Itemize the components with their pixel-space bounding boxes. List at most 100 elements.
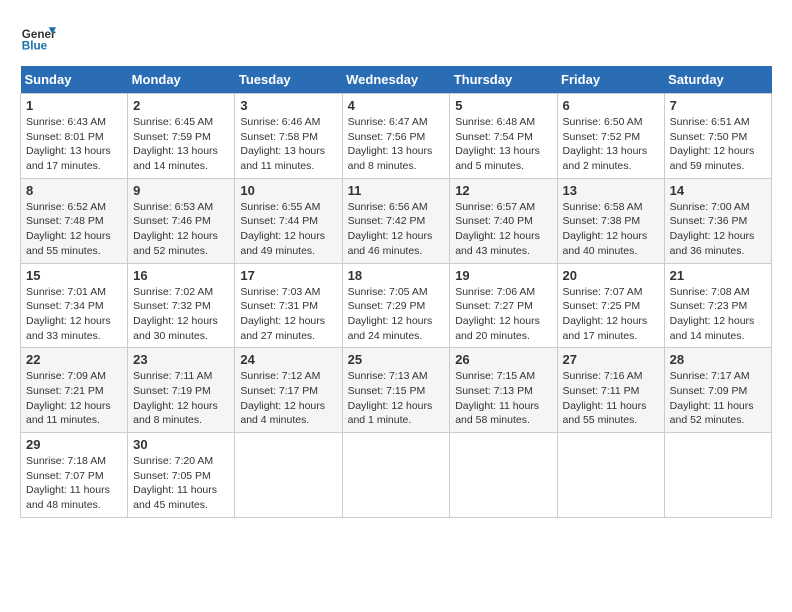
day-number: 21 <box>670 268 766 283</box>
day-info: Sunrise: 7:08 AMSunset: 7:23 PMDaylight:… <box>670 286 755 342</box>
calendar-cell <box>664 433 771 518</box>
day-number: 22 <box>26 352 122 367</box>
day-info: Sunrise: 7:05 AMSunset: 7:29 PMDaylight:… <box>348 286 433 342</box>
calendar-cell: 8 Sunrise: 6:52 AMSunset: 7:48 PMDayligh… <box>21 178 128 263</box>
calendar-cell: 10 Sunrise: 6:55 AMSunset: 7:44 PMDaylig… <box>235 178 342 263</box>
calendar-cell: 11 Sunrise: 6:56 AMSunset: 7:42 PMDaylig… <box>342 178 450 263</box>
weekday-header-saturday: Saturday <box>664 66 771 94</box>
day-number: 16 <box>133 268 229 283</box>
day-number: 4 <box>348 98 445 113</box>
calendar-week-row: 8 Sunrise: 6:52 AMSunset: 7:48 PMDayligh… <box>21 178 772 263</box>
weekday-header-thursday: Thursday <box>450 66 557 94</box>
logo-icon: General Blue <box>20 20 56 56</box>
day-info: Sunrise: 6:53 AMSunset: 7:46 PMDaylight:… <box>133 201 218 257</box>
calendar-week-row: 22 Sunrise: 7:09 AMSunset: 7:21 PMDaylig… <box>21 348 772 433</box>
day-info: Sunrise: 7:07 AMSunset: 7:25 PMDaylight:… <box>563 286 648 342</box>
calendar-cell: 29 Sunrise: 7:18 AMSunset: 7:07 PMDaylig… <box>21 433 128 518</box>
calendar-cell: 19 Sunrise: 7:06 AMSunset: 7:27 PMDaylig… <box>450 263 557 348</box>
calendar-cell: 13 Sunrise: 6:58 AMSunset: 7:38 PMDaylig… <box>557 178 664 263</box>
day-info: Sunrise: 7:20 AMSunset: 7:05 PMDaylight:… <box>133 455 217 511</box>
day-number: 26 <box>455 352 551 367</box>
weekday-header-friday: Friday <box>557 66 664 94</box>
day-number: 12 <box>455 183 551 198</box>
day-number: 29 <box>26 437 122 452</box>
calendar-cell: 15 Sunrise: 7:01 AMSunset: 7:34 PMDaylig… <box>21 263 128 348</box>
weekday-header-row: SundayMondayTuesdayWednesdayThursdayFrid… <box>21 66 772 94</box>
day-number: 20 <box>563 268 659 283</box>
day-number: 9 <box>133 183 229 198</box>
calendar-cell: 9 Sunrise: 6:53 AMSunset: 7:46 PMDayligh… <box>128 178 235 263</box>
day-info: Sunrise: 6:46 AMSunset: 7:58 PMDaylight:… <box>240 116 325 172</box>
calendar-cell: 22 Sunrise: 7:09 AMSunset: 7:21 PMDaylig… <box>21 348 128 433</box>
day-info: Sunrise: 6:52 AMSunset: 7:48 PMDaylight:… <box>26 201 111 257</box>
day-info: Sunrise: 6:51 AMSunset: 7:50 PMDaylight:… <box>670 116 755 172</box>
day-info: Sunrise: 7:17 AMSunset: 7:09 PMDaylight:… <box>670 370 754 426</box>
weekday-header-sunday: Sunday <box>21 66 128 94</box>
day-info: Sunrise: 6:57 AMSunset: 7:40 PMDaylight:… <box>455 201 540 257</box>
calendar-cell: 12 Sunrise: 6:57 AMSunset: 7:40 PMDaylig… <box>450 178 557 263</box>
day-info: Sunrise: 6:58 AMSunset: 7:38 PMDaylight:… <box>563 201 648 257</box>
calendar-week-row: 29 Sunrise: 7:18 AMSunset: 7:07 PMDaylig… <box>21 433 772 518</box>
svg-text:Blue: Blue <box>22 40 48 53</box>
day-number: 23 <box>133 352 229 367</box>
day-info: Sunrise: 7:09 AMSunset: 7:21 PMDaylight:… <box>26 370 111 426</box>
day-number: 13 <box>563 183 659 198</box>
day-number: 17 <box>240 268 336 283</box>
calendar-cell: 4 Sunrise: 6:47 AMSunset: 7:56 PMDayligh… <box>342 94 450 179</box>
day-number: 1 <box>26 98 122 113</box>
day-info: Sunrise: 7:13 AMSunset: 7:15 PMDaylight:… <box>348 370 433 426</box>
calendar-cell: 5 Sunrise: 6:48 AMSunset: 7:54 PMDayligh… <box>450 94 557 179</box>
calendar-cell: 18 Sunrise: 7:05 AMSunset: 7:29 PMDaylig… <box>342 263 450 348</box>
day-number: 27 <box>563 352 659 367</box>
day-info: Sunrise: 7:01 AMSunset: 7:34 PMDaylight:… <box>26 286 111 342</box>
day-number: 19 <box>455 268 551 283</box>
day-number: 8 <box>26 183 122 198</box>
day-number: 7 <box>670 98 766 113</box>
day-number: 11 <box>348 183 445 198</box>
day-info: Sunrise: 7:00 AMSunset: 7:36 PMDaylight:… <box>670 201 755 257</box>
day-info: Sunrise: 7:02 AMSunset: 7:32 PMDaylight:… <box>133 286 218 342</box>
day-number: 10 <box>240 183 336 198</box>
calendar-cell: 30 Sunrise: 7:20 AMSunset: 7:05 PMDaylig… <box>128 433 235 518</box>
day-info: Sunrise: 7:15 AMSunset: 7:13 PMDaylight:… <box>455 370 539 426</box>
page-header: General Blue <box>20 20 772 56</box>
calendar-cell: 7 Sunrise: 6:51 AMSunset: 7:50 PMDayligh… <box>664 94 771 179</box>
calendar-cell: 27 Sunrise: 7:16 AMSunset: 7:11 PMDaylig… <box>557 348 664 433</box>
calendar-cell: 20 Sunrise: 7:07 AMSunset: 7:25 PMDaylig… <box>557 263 664 348</box>
day-info: Sunrise: 7:12 AMSunset: 7:17 PMDaylight:… <box>240 370 325 426</box>
calendar-cell: 16 Sunrise: 7:02 AMSunset: 7:32 PMDaylig… <box>128 263 235 348</box>
calendar-cell: 24 Sunrise: 7:12 AMSunset: 7:17 PMDaylig… <box>235 348 342 433</box>
logo: General Blue <box>20 20 56 56</box>
calendar-cell: 28 Sunrise: 7:17 AMSunset: 7:09 PMDaylig… <box>664 348 771 433</box>
day-number: 30 <box>133 437 229 452</box>
calendar-cell: 25 Sunrise: 7:13 AMSunset: 7:15 PMDaylig… <box>342 348 450 433</box>
day-info: Sunrise: 6:56 AMSunset: 7:42 PMDaylight:… <box>348 201 433 257</box>
day-info: Sunrise: 6:50 AMSunset: 7:52 PMDaylight:… <box>563 116 648 172</box>
day-info: Sunrise: 6:55 AMSunset: 7:44 PMDaylight:… <box>240 201 325 257</box>
day-info: Sunrise: 6:47 AMSunset: 7:56 PMDaylight:… <box>348 116 433 172</box>
day-info: Sunrise: 6:43 AMSunset: 8:01 PMDaylight:… <box>26 116 111 172</box>
calendar-cell: 21 Sunrise: 7:08 AMSunset: 7:23 PMDaylig… <box>664 263 771 348</box>
calendar-cell: 14 Sunrise: 7:00 AMSunset: 7:36 PMDaylig… <box>664 178 771 263</box>
calendar-week-row: 15 Sunrise: 7:01 AMSunset: 7:34 PMDaylig… <box>21 263 772 348</box>
calendar-cell: 23 Sunrise: 7:11 AMSunset: 7:19 PMDaylig… <box>128 348 235 433</box>
day-number: 2 <box>133 98 229 113</box>
weekday-header-monday: Monday <box>128 66 235 94</box>
day-number: 28 <box>670 352 766 367</box>
day-info: Sunrise: 6:45 AMSunset: 7:59 PMDaylight:… <box>133 116 218 172</box>
calendar-cell: 26 Sunrise: 7:15 AMSunset: 7:13 PMDaylig… <box>450 348 557 433</box>
day-number: 15 <box>26 268 122 283</box>
calendar-cell: 17 Sunrise: 7:03 AMSunset: 7:31 PMDaylig… <box>235 263 342 348</box>
day-number: 24 <box>240 352 336 367</box>
calendar-cell: 6 Sunrise: 6:50 AMSunset: 7:52 PMDayligh… <box>557 94 664 179</box>
calendar-week-row: 1 Sunrise: 6:43 AMSunset: 8:01 PMDayligh… <box>21 94 772 179</box>
calendar-cell <box>450 433 557 518</box>
day-number: 5 <box>455 98 551 113</box>
calendar-cell <box>235 433 342 518</box>
calendar-cell <box>342 433 450 518</box>
calendar-cell: 3 Sunrise: 6:46 AMSunset: 7:58 PMDayligh… <box>235 94 342 179</box>
day-number: 25 <box>348 352 445 367</box>
day-info: Sunrise: 7:11 AMSunset: 7:19 PMDaylight:… <box>133 370 218 426</box>
day-info: Sunrise: 6:48 AMSunset: 7:54 PMDaylight:… <box>455 116 540 172</box>
calendar-cell: 2 Sunrise: 6:45 AMSunset: 7:59 PMDayligh… <box>128 94 235 179</box>
